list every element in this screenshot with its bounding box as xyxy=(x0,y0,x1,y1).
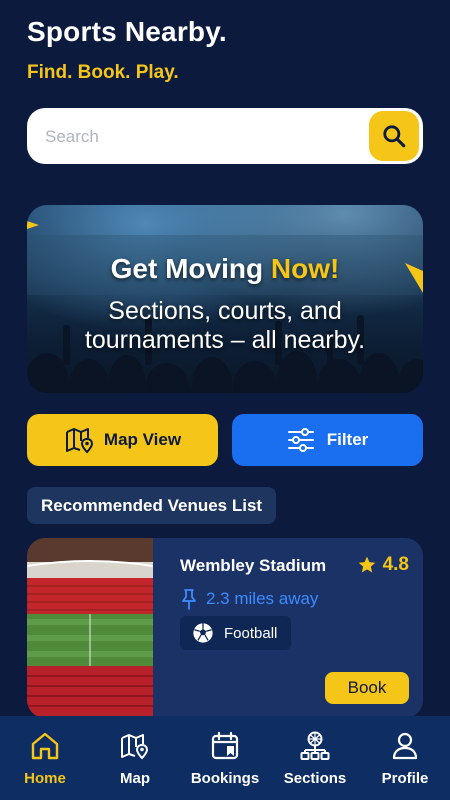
nav-item-map[interactable]: Map xyxy=(90,716,180,800)
search-icon xyxy=(383,125,406,148)
nav-item-sections[interactable]: Sections xyxy=(270,716,360,800)
map-pin-icon xyxy=(65,428,93,454)
section-title: Recommended Venues List xyxy=(27,487,277,524)
nav-item-profile[interactable]: Profile xyxy=(360,716,450,800)
nav-label-home: Home xyxy=(24,770,66,787)
filter-label: Filter xyxy=(326,430,369,449)
map-icon xyxy=(121,734,149,760)
sport-tag: Football xyxy=(180,616,292,650)
hero-headline-accent: Now! xyxy=(270,253,340,284)
map-view-label: Map View xyxy=(103,430,182,449)
nav-label-bookings: Bookings xyxy=(190,770,260,787)
rating-value: 4.8 xyxy=(382,554,409,575)
nav-label-sections: Sections xyxy=(283,770,347,787)
distance-text: 2.3 miles away xyxy=(206,589,319,608)
map-view-button[interactable]: Map View xyxy=(27,414,218,466)
bookings-icon xyxy=(211,731,239,760)
pin-icon xyxy=(182,589,196,610)
venue-name: Wembley Stadium xyxy=(180,556,327,575)
venue-card[interactable]: Wembley Stadium 4.8 2.3 miles away Footb… xyxy=(27,538,423,718)
hero-banner[interactable]: Get Moving Now! Sections, courts, and to… xyxy=(27,205,423,393)
sliders-icon xyxy=(287,428,314,452)
star-icon xyxy=(358,556,375,573)
hero-subtext: Sections, courts, and tournaments – all … xyxy=(84,297,366,354)
stadium-photo xyxy=(27,538,153,718)
hero-headline-text: Get Moving xyxy=(110,253,264,284)
nav-item-bookings[interactable]: Bookings xyxy=(180,716,270,800)
venue-rating: 4.8 xyxy=(357,554,409,576)
search-input[interactable] xyxy=(43,108,367,166)
nav-label-profile: Profile xyxy=(381,770,429,787)
hero-headline: Get Moving Now! xyxy=(27,253,423,285)
home-icon xyxy=(31,732,59,760)
app-tagline: Find. Book. Play. xyxy=(27,62,179,83)
soccer-ball-icon xyxy=(193,623,213,643)
filter-button[interactable]: Filter xyxy=(232,414,423,466)
app-title: Sports Nearby. xyxy=(27,16,227,47)
nav-item-home[interactable]: Home xyxy=(0,716,90,800)
nav-label-map: Map xyxy=(120,770,150,787)
sport-label: Football xyxy=(224,624,278,642)
book-button[interactable]: Book xyxy=(325,672,409,704)
profile-icon xyxy=(392,732,418,760)
venue-distance: 2.3 miles away xyxy=(180,588,318,610)
bottom-nav: Home Map Bookings Sections Profile xyxy=(0,716,450,800)
search-button[interactable] xyxy=(369,111,419,161)
sections-icon xyxy=(300,731,330,760)
search-bar xyxy=(27,108,423,166)
